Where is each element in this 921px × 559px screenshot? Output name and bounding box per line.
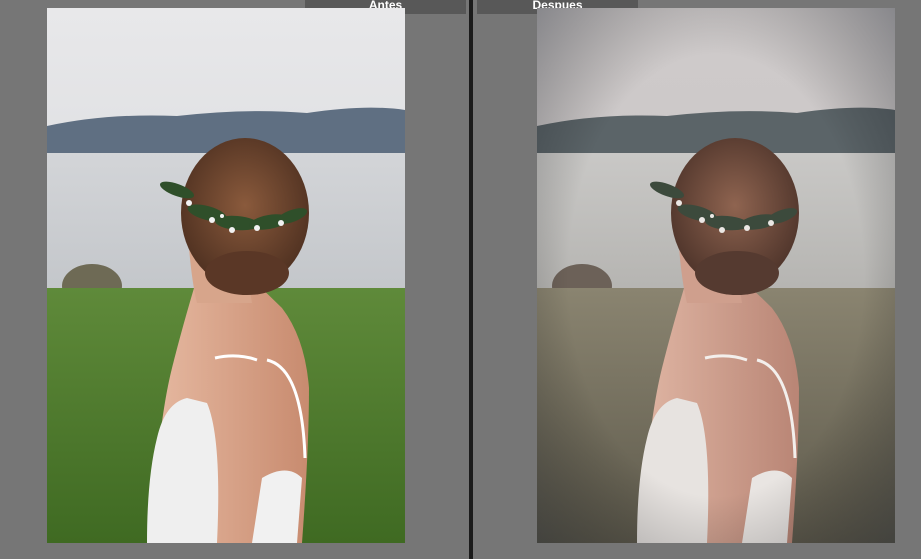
after-photo[interactable] [537,8,895,543]
after-pane: Despues [473,0,921,559]
after-photo-image [537,8,895,543]
before-photo[interactable] [47,8,405,543]
before-photo-image [47,8,405,543]
before-pane: Antes [0,0,469,559]
